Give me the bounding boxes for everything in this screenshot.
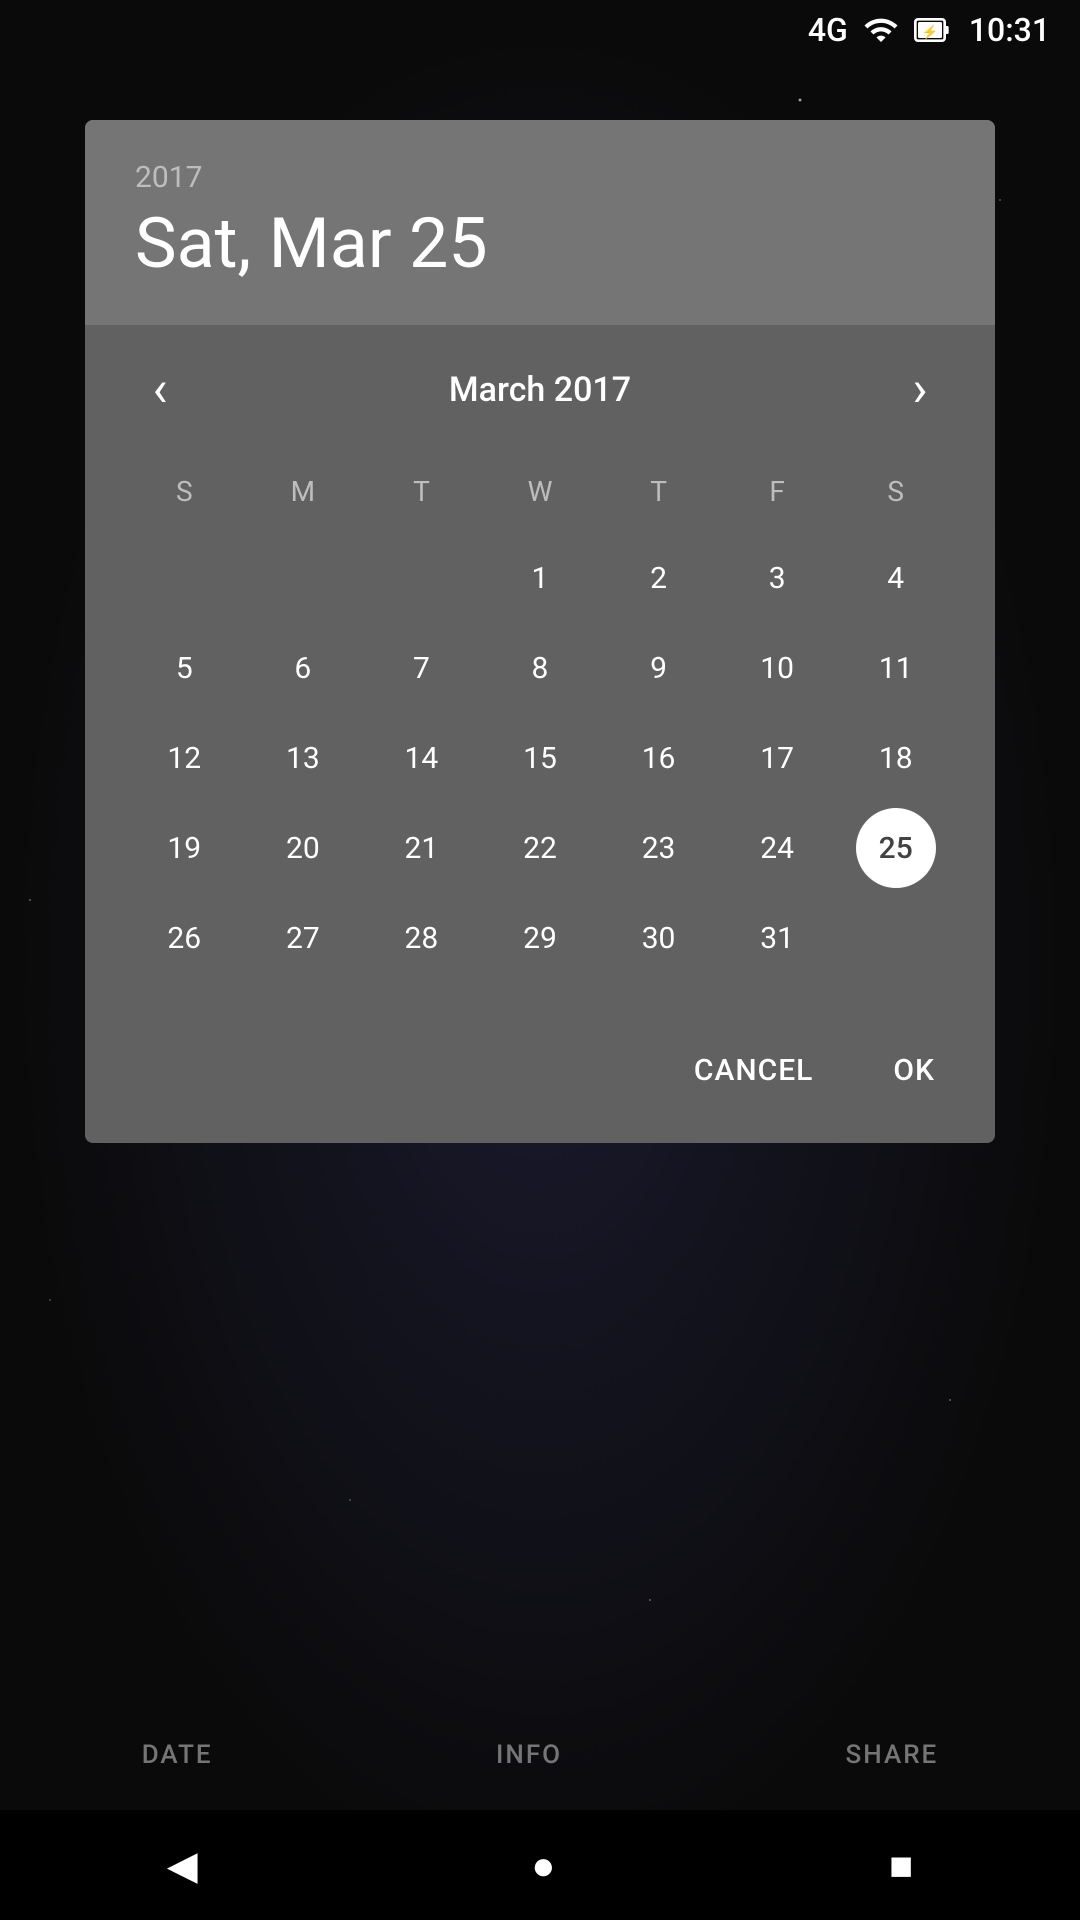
day-header-fri: F <box>718 465 837 518</box>
prev-month-button[interactable]: ‹ <box>125 355 195 425</box>
day-10[interactable]: 10 <box>737 628 817 708</box>
network-type: 4G <box>808 11 848 49</box>
nav-bar: ◀ ● ■ <box>0 1810 1080 1920</box>
calendar: ‹ March 2017 › S M T W T F S 1 2 3 4 5 6 <box>85 325 995 1008</box>
home-button[interactable]: ● <box>531 1842 555 1889</box>
clock: 10:31 <box>969 11 1050 49</box>
day-28[interactable]: 28 <box>381 898 461 978</box>
ok-button[interactable]: OK <box>873 1038 955 1103</box>
day-31[interactable]: 31 <box>737 898 817 978</box>
day-29[interactable]: 29 <box>500 898 580 978</box>
day-27[interactable]: 27 <box>263 898 343 978</box>
day-empty <box>144 538 224 618</box>
date-picker-dialog: 2017 Sat, Mar 25 ‹ March 2017 › S M T W … <box>85 120 995 1143</box>
day-8[interactable]: 8 <box>500 628 580 708</box>
dialog-header: 2017 Sat, Mar 25 <box>85 120 995 325</box>
next-month-button[interactable]: › <box>885 355 955 425</box>
day-header-tue: T <box>362 465 481 518</box>
day-16[interactable]: 16 <box>619 718 699 798</box>
selected-date: Sat, Mar 25 <box>135 203 945 285</box>
day-14[interactable]: 14 <box>381 718 461 798</box>
cancel-button[interactable]: CANCEL <box>674 1038 834 1103</box>
signal-icon <box>863 12 899 48</box>
day-22[interactable]: 22 <box>500 808 580 888</box>
month-title: March 2017 <box>449 370 631 410</box>
bottom-tabs: DATE INFO SHARE <box>0 1710 1080 1800</box>
day-4[interactable]: 4 <box>856 538 936 618</box>
status-bar: 4G ⚡ 10:31 <box>0 0 1080 60</box>
day-23[interactable]: 23 <box>619 808 699 888</box>
day-17[interactable]: 17 <box>737 718 817 798</box>
day-header-sun: S <box>125 465 244 518</box>
day-6[interactable]: 6 <box>263 628 343 708</box>
day-headers: S M T W T F S <box>125 465 955 518</box>
day-30[interactable]: 30 <box>619 898 699 978</box>
calendar-grid: 1 2 3 4 5 6 7 8 9 10 11 12 13 14 15 16 1… <box>125 538 955 978</box>
day-5[interactable]: 5 <box>144 628 224 708</box>
day-24[interactable]: 24 <box>737 808 817 888</box>
day-7[interactable]: 7 <box>381 628 461 708</box>
day-empty <box>856 898 936 978</box>
day-3[interactable]: 3 <box>737 538 817 618</box>
day-19[interactable]: 19 <box>144 808 224 888</box>
day-12[interactable]: 12 <box>144 718 224 798</box>
back-button[interactable]: ◀ <box>167 1842 198 1889</box>
day-2[interactable]: 2 <box>619 538 699 618</box>
month-navigation: ‹ March 2017 › <box>125 355 955 425</box>
day-20[interactable]: 20 <box>263 808 343 888</box>
day-header-mon: M <box>244 465 363 518</box>
svg-text:⚡: ⚡ <box>922 24 939 41</box>
day-26[interactable]: 26 <box>144 898 224 978</box>
day-header-sat: S <box>836 465 955 518</box>
day-1[interactable]: 1 <box>500 538 580 618</box>
dialog-actions: CANCEL OK <box>85 1008 995 1143</box>
day-13[interactable]: 13 <box>263 718 343 798</box>
day-header-thu: T <box>599 465 718 518</box>
tab-info[interactable]: INFO <box>466 1730 592 1780</box>
day-15[interactable]: 15 <box>500 718 580 798</box>
day-25[interactable]: 25 <box>856 808 936 888</box>
tab-share[interactable]: SHARE <box>816 1730 969 1780</box>
day-empty <box>263 538 343 618</box>
selected-year: 2017 <box>135 160 945 195</box>
day-empty <box>381 538 461 618</box>
day-18[interactable]: 18 <box>856 718 936 798</box>
day-9[interactable]: 9 <box>619 628 699 708</box>
day-21[interactable]: 21 <box>381 808 461 888</box>
recents-button[interactable]: ■ <box>889 1842 913 1889</box>
day-11[interactable]: 11 <box>856 628 936 708</box>
battery-icon: ⚡ <box>914 12 954 48</box>
tab-date[interactable]: DATE <box>112 1730 243 1780</box>
day-header-wed: W <box>481 465 600 518</box>
